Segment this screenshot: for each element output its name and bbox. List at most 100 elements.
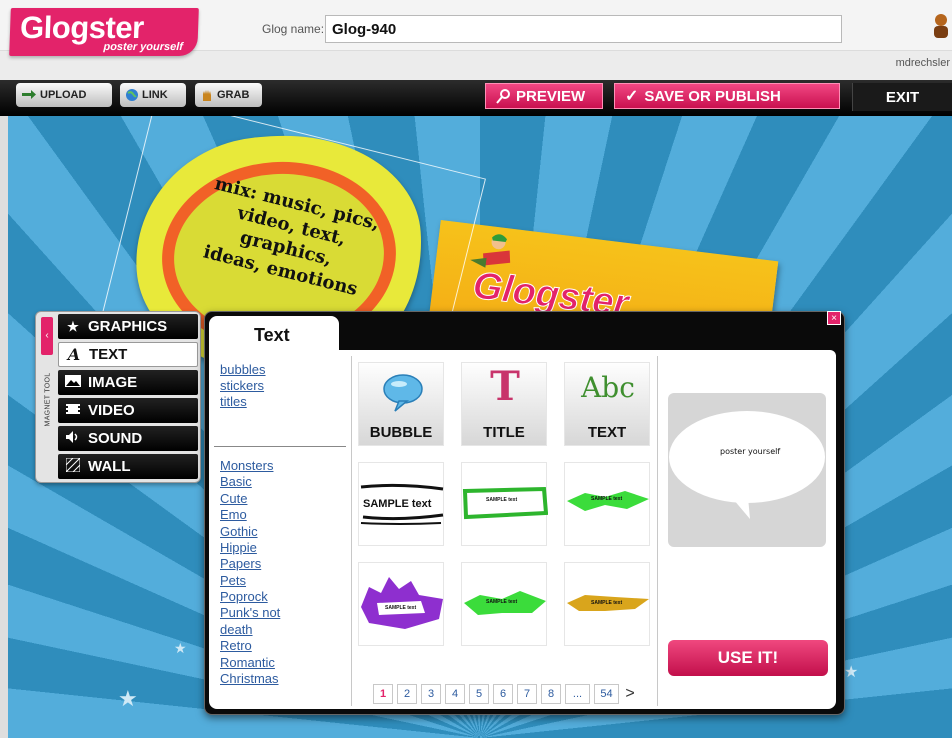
arrow-right-icon xyxy=(22,90,36,99)
checkmark-icon: ✓ xyxy=(625,88,639,105)
star-decoration: ★ xyxy=(174,640,187,656)
category-link-stickers[interactable]: stickers xyxy=(220,378,264,394)
magnet-item-label: SOUND xyxy=(88,430,143,447)
speech-bubble-preview xyxy=(669,411,825,519)
style-link-punks-not-death[interactable]: death xyxy=(220,622,253,638)
style-link-punks-not-death[interactable]: Punk's not xyxy=(220,605,280,621)
magnet-item-text[interactable]: A TEXT xyxy=(58,342,198,367)
username-link[interactable]: mdrechsler xyxy=(896,57,950,69)
magnet-item-image[interactable]: IMAGE xyxy=(58,370,198,395)
t-letter-icon: T xyxy=(490,363,520,410)
canvas-left-edge xyxy=(0,116,8,738)
style-link-pets[interactable]: Pets xyxy=(220,573,246,589)
page-button[interactable]: 2 xyxy=(397,684,417,704)
text-style-tile[interactable]: SAMPLE text xyxy=(358,562,444,646)
style-link-christmas[interactable]: Christmas xyxy=(220,671,279,687)
preview-button[interactable]: PREVIEW xyxy=(485,83,603,109)
magnet-tool-panel: ‹ MAGNET TOOL ★ GRAPHICS A TEXT IMAGE VI… xyxy=(35,311,201,483)
upload-label: UPLOAD xyxy=(40,89,87,101)
magnet-item-sound[interactable]: SOUND xyxy=(58,426,198,451)
page-button[interactable]: 5 xyxy=(469,684,489,704)
bubble-tile[interactable]: BUBBLE xyxy=(358,362,444,446)
green-blob-sample xyxy=(464,591,546,615)
sample-text: SAMPLE text xyxy=(591,496,623,502)
page-button[interactable]: 6 xyxy=(493,684,513,704)
column-divider xyxy=(657,356,658,706)
style-link-hippie[interactable]: Hippie xyxy=(220,540,257,556)
magnet-tool-label: MAGNET TOOL xyxy=(44,372,52,427)
tile-label: TEXT xyxy=(587,424,627,441)
hand-icon xyxy=(203,90,211,101)
tab-text[interactable]: Text xyxy=(209,316,339,352)
star-decoration: ★ xyxy=(844,664,859,681)
link-button[interactable]: LINK xyxy=(120,83,186,107)
style-link-romantic[interactable]: Romantic xyxy=(220,655,275,671)
upload-button[interactable]: UPLOAD xyxy=(16,83,112,107)
tile-label: TITLE xyxy=(483,424,525,441)
image-icon xyxy=(58,375,88,390)
preview-box: poster yourself xyxy=(668,393,826,547)
sample-text: SAMPLE text xyxy=(385,605,417,611)
sample-text: SAMPLE text xyxy=(363,498,432,510)
preview-text: poster yourself xyxy=(720,447,781,456)
link-label: LINK xyxy=(142,89,168,101)
sample-text: SAMPLE text xyxy=(486,497,518,503)
green-frame-sample xyxy=(462,486,549,520)
page-button[interactable]: 8 xyxy=(541,684,561,704)
text-style-tile[interactable]: SAMPLE text xyxy=(564,562,650,646)
magnet-item-label: VIDEO xyxy=(88,402,135,419)
close-icon[interactable]: × xyxy=(827,311,841,325)
use-it-button[interactable]: USE IT! xyxy=(668,640,828,676)
title-tile[interactable]: T TITLE xyxy=(461,362,547,446)
magnet-item-video[interactable]: VIDEO xyxy=(58,398,198,423)
text-a-icon: A xyxy=(67,345,81,364)
column-divider xyxy=(351,356,352,706)
glog-name-label: Glog name: xyxy=(262,22,325,36)
style-link-gothic[interactable]: Gothic xyxy=(220,524,258,540)
globe-icon xyxy=(126,89,138,101)
page-ellipsis: ... xyxy=(565,684,590,704)
page-button[interactable]: 1 xyxy=(373,684,393,704)
magnet-item-wall[interactable]: WALL xyxy=(58,454,198,479)
page-button[interactable]: 3 xyxy=(421,684,441,704)
category-link-bubbles[interactable]: bubbles xyxy=(220,362,266,378)
exit-button[interactable]: EXIT xyxy=(852,83,952,111)
sample-text: SAMPLE text xyxy=(486,599,518,605)
text-style-tile[interactable]: SAMPLE text xyxy=(461,462,549,546)
glog-name-input[interactable] xyxy=(325,15,842,43)
page-button[interactable]: 7 xyxy=(517,684,537,704)
text-style-tile[interactable]: SAMPLE text xyxy=(564,462,650,546)
film-icon xyxy=(58,403,88,418)
save-or-publish-button[interactable]: ✓ SAVE OR PUBLISH xyxy=(614,83,840,109)
star-decoration: ★ xyxy=(118,686,138,711)
style-link-monsters[interactable]: Monsters xyxy=(220,458,273,474)
style-link-cute[interactable]: Cute xyxy=(220,491,247,507)
page-button[interactable]: 54 xyxy=(594,684,619,704)
main-toolbar: UPLOAD LINK GRAB PREVIEW ✓ SAVE OR PUBLI… xyxy=(0,80,952,116)
speech-bubble-icon xyxy=(383,374,423,412)
style-link-retro[interactable]: Retro xyxy=(220,638,252,654)
user-avatar-icon[interactable] xyxy=(930,12,952,38)
style-link-papers[interactable]: Papers xyxy=(220,556,261,572)
text-style-tile[interactable]: SAMPLE text xyxy=(358,462,444,546)
magnet-item-graphics[interactable]: ★ GRAPHICS xyxy=(58,314,198,339)
page-button[interactable]: 4 xyxy=(445,684,465,704)
exit-label: EXIT xyxy=(885,88,920,106)
category-link-titles[interactable]: titles xyxy=(220,394,247,410)
logo-tagline: poster yourself xyxy=(103,41,184,53)
sample-text: SAMPLE text xyxy=(591,600,623,606)
pagination: 1 2 3 4 5 6 7 8 ... 54 > xyxy=(373,684,637,704)
magnet-item-label: GRAPHICS xyxy=(88,318,168,335)
text-style-tile[interactable]: SAMPLE text xyxy=(461,562,547,646)
abc-icon: Abc xyxy=(581,371,635,404)
text-tile[interactable]: Abc TEXT xyxy=(564,362,650,446)
next-page-icon[interactable]: > xyxy=(623,684,637,704)
wall-icon xyxy=(58,457,88,475)
grab-button[interactable]: GRAB xyxy=(195,83,262,107)
style-link-emo[interactable]: Emo xyxy=(220,507,247,523)
style-link-poprock[interactable]: Poprock xyxy=(220,589,268,605)
style-link-basic[interactable]: Basic xyxy=(220,474,252,490)
collapse-handle[interactable]: ‹ xyxy=(41,317,53,355)
magnet-item-label: WALL xyxy=(88,458,131,475)
glogster-logo[interactable]: Glogster poster yourself xyxy=(9,8,199,56)
